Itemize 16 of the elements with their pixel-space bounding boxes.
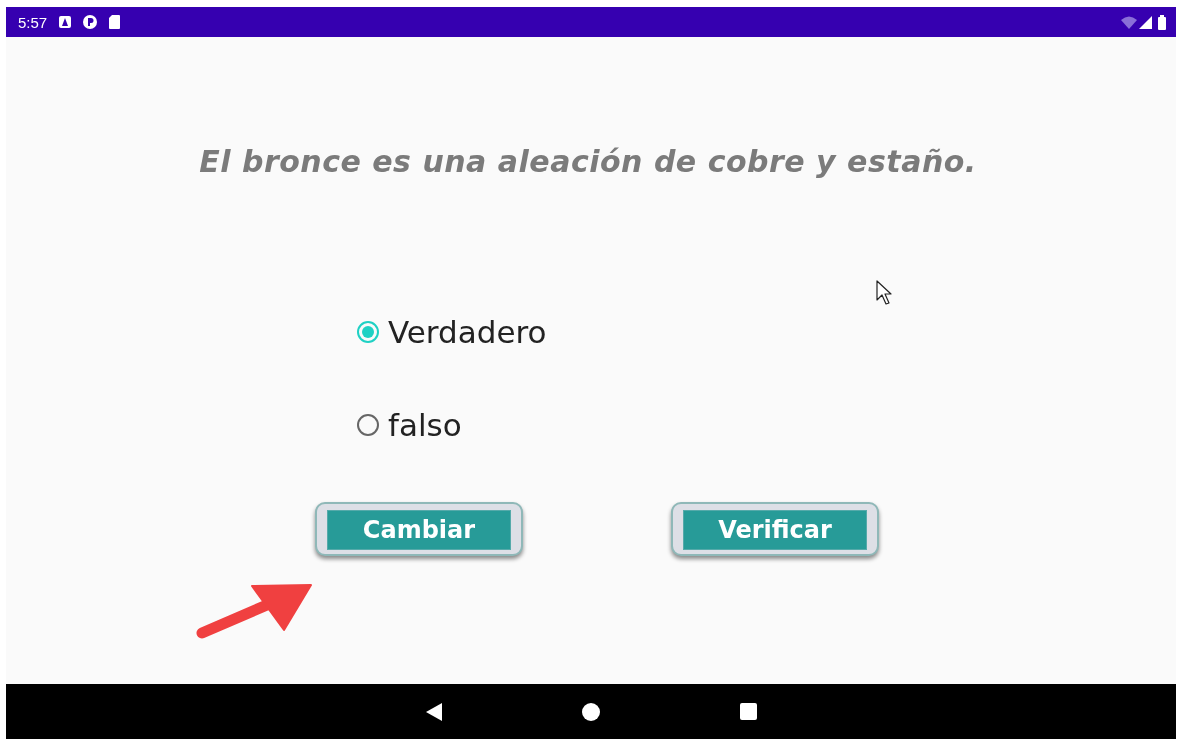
home-icon[interactable] [581,702,600,721]
sync-icon [83,15,98,29]
wifi-icon [1121,15,1137,29]
clock-time: 5:57 [18,13,48,31]
radio-option[interactable]: falso [356,407,462,443]
radio-option[interactable]: Verdadero [356,314,547,350]
question-text: El bronce es una aleación de cobre y estaño. [199,144,977,179]
radio-button[interactable] [356,320,380,344]
recents-icon[interactable] [739,703,757,720]
signal-icon [1139,15,1152,29]
radio-button[interactable] [356,413,380,437]
back-icon[interactable] [425,702,442,721]
mouse-pointer-icon [876,280,892,306]
sd-card-icon [109,15,121,29]
notification-icon [59,16,72,28]
battery-icon [1158,14,1166,30]
